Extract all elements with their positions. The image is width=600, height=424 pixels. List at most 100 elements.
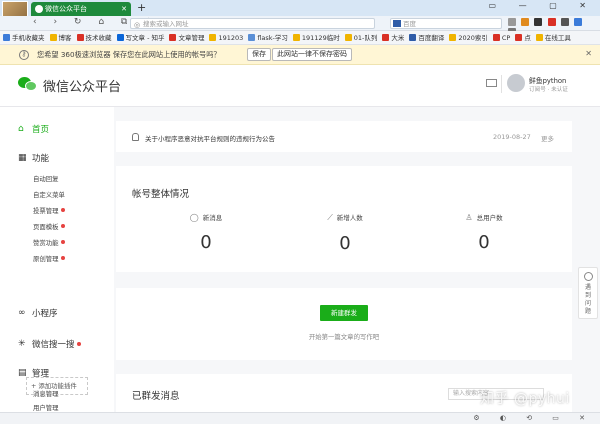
bookmark-item[interactable]: CP [492,31,510,44]
extension-icon[interactable] [534,18,543,26]
wechat-tab-icon [35,5,43,13]
sidebar-subitem[interactable]: 用户管理 [33,403,59,412]
bell-icon [132,133,139,141]
bookmark-label: 博客 [58,34,72,42]
sidebar-subitem[interactable]: 自定义菜单 [33,190,65,199]
sidebar-subitem[interactable]: 自动回复 [33,174,59,183]
bookmark-item[interactable]: 技术收藏 [76,31,112,44]
bookmark-icon [3,34,10,41]
user-name[interactable]: 鲜鱼python [529,75,566,85]
divider [501,75,502,93]
extension-icon[interactable] [560,18,569,26]
bookmark-item[interactable]: 手机收藏夹 [3,31,45,44]
new-tab-button[interactable]: + [137,1,146,14]
announcement-date: 2019-08-27 [493,133,531,141]
browser-tab[interactable]: 微信公众平台 ✕ [31,2,131,16]
home-icon: ⌂ [18,124,24,134]
bookmark-item[interactable]: 写文章 - 知乎 [116,31,165,44]
extension-icons [508,18,596,36]
watermark: 知乎 @pyhui [480,391,570,407]
window-controls[interactable]: ▭ — ▢ ✕ [489,1,596,10]
extension-icon[interactable] [574,18,583,26]
mini-program-icon: ∞ [18,308,26,318]
bookmark-item[interactable]: 191203 [209,31,244,44]
wechat-logo-icon[interactable] [18,75,38,93]
announcement-link[interactable]: 关于小程序恶意对抗平台规则的违规行为公告 [145,133,275,143]
sidebar-subitem[interactable]: 投票管理 [33,206,65,215]
url-input[interactable]: ◎ 搜索或输入网址 [130,18,375,29]
bookmark-item[interactable]: flask-学习 [248,31,288,44]
bookmark-item[interactable]: 点 [515,31,531,44]
url-placeholder: 搜索或输入网址 [143,20,189,28]
stat-label: 总用户数 [476,214,503,222]
user-icon: ♙ [465,213,473,222]
mass-send-hint: 开始第一篇文章的写作吧 [308,333,380,341]
bookmark-item[interactable]: 大米 [382,31,405,44]
new-badge [60,224,65,228]
bookmark-icon [116,34,124,41]
bookmark-icon [209,34,217,41]
bookmarks-bar: 手机收藏夹 博客 技术收藏 写文章 - 知乎 文章管理 191203 flask-学习 191… [0,31,600,45]
tab-close-icon[interactable]: ✕ [121,2,127,16]
bookmark-label: 01-队列 [353,34,378,42]
status-icons[interactable]: ⚙ ◐ ⟲ ▭ ✕ [473,414,594,422]
account-type: 订阅号 · 未认证 [529,87,568,93]
new-mass-send-button[interactable]: 新建群发 [320,305,368,321]
bookmark-label: 写文章 - 知乎 [125,34,165,42]
bookmark-label: 191129临时 [301,34,340,42]
overview-title: 帐号整体情况 [132,189,190,200]
sidebar-subitem[interactable]: 消息管理 [33,389,59,398]
feedback-button[interactable]: 遇到问题 [578,267,598,319]
bookmark-item[interactable]: 博客 [49,31,72,44]
save-password-button[interactable]: 保存 [247,48,271,61]
bookmark-label: 文章管理 [178,34,205,42]
bookmark-item[interactable]: 2020索引 [449,31,488,44]
bookmark-label: 百度翻译 [418,34,445,42]
bookmark-label: 点 [524,34,531,42]
save-password-bar: ⚷ 您希望 360极速浏览器 保存您在此网站上使用的帐号吗？ 保存 此网站一律不… [0,45,600,65]
close-icon[interactable]: ✕ [585,49,592,58]
tab-title: 微信公众平台 [45,5,87,13]
bookmark-label: 技术收藏 [85,34,112,42]
bookmark-icon [49,34,57,41]
new-badge [60,256,65,260]
bookmark-item[interactable]: 191129临时 [292,31,340,44]
bookmark-label: 大米 [391,34,405,42]
search-engine-input[interactable]: 百度 [390,18,502,29]
extension-icon[interactable] [521,18,530,26]
app-header: 微信公众平台 鲜鱼python 订阅号 · 未认证 [0,65,600,107]
bookmark-item[interactable]: 01-队列 [344,31,378,44]
new-badge [60,208,65,212]
bookmark-icon [409,34,417,41]
announcement-card: 关于小程序恶意对抗平台规则的违规行为公告 2019-08-27 更多 [116,121,572,152]
more-link[interactable]: 更多 [541,133,554,143]
bookmark-item[interactable]: 百度翻译 [409,31,445,44]
bookmark-label: flask-学习 [257,34,288,42]
sidebar-subitem[interactable]: 页面模板 [33,222,65,231]
avatar[interactable] [507,74,525,92]
chat-bubble-icon: ◯ [189,213,199,222]
stat-block: ⟋ 新增人数 0 [285,212,405,254]
never-save-button[interactable]: 此网站一律不保存密码 [272,48,352,61]
app-title[interactable]: 微信公众平台 [43,76,121,95]
question-icon [584,272,593,281]
extension-icon[interactable] [547,18,556,26]
browser-status-bar: ⚙ ◐ ⟲ ▭ ✕ [0,412,600,424]
bookmark-icon [449,34,457,41]
extension-icon[interactable] [508,18,516,26]
stat-value: 0 [200,232,212,253]
bookmark-label: 手机收藏夹 [12,34,45,42]
grid-icon: ▦ [18,153,27,163]
sidebar-subitem[interactable]: 原创管理 [33,254,65,263]
sidebar-subitem[interactable]: 赞赏功能 [33,238,65,247]
bookmark-icon [344,34,352,41]
bookmark-icon [535,34,543,41]
bookmark-item[interactable]: 在线工具 [535,31,571,44]
feedback-label: 遇到问题 [585,284,592,315]
bookmark-icon [492,34,500,41]
bookmark-label: 191203 [218,34,244,42]
key-icon: ⚷ [19,50,29,60]
bookmark-item[interactable]: 文章管理 [169,31,205,44]
search-engine-placeholder: 百度 [403,20,416,28]
mail-icon[interactable] [486,79,497,87]
